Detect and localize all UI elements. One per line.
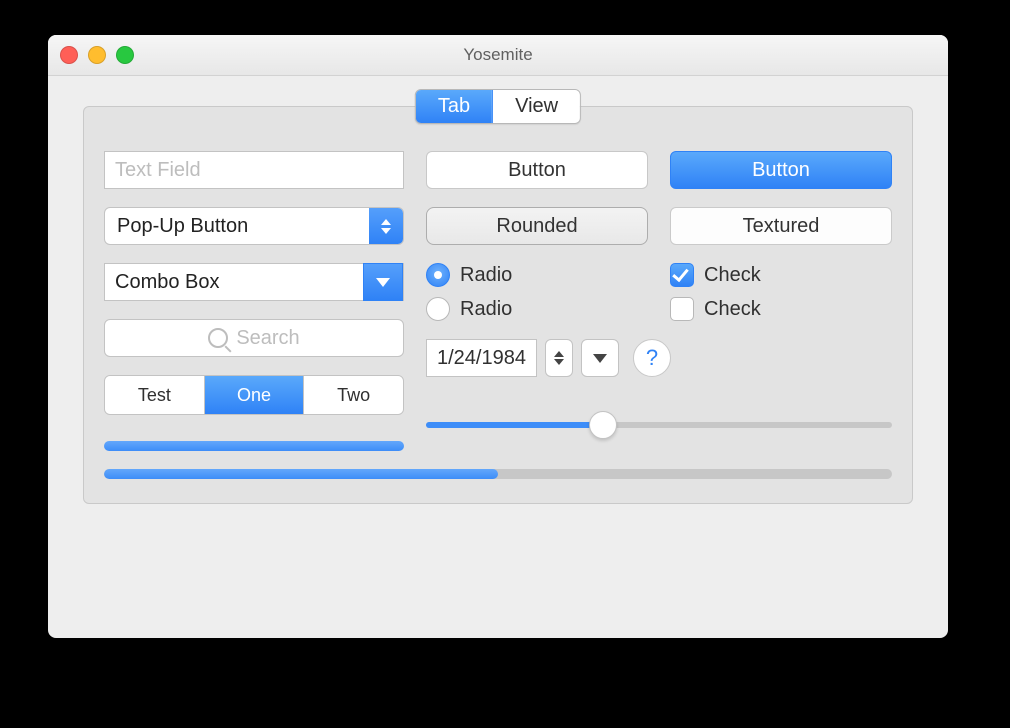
column-right-wrap: Button Button Rounded Textured Radio (426, 151, 892, 451)
stepper[interactable] (545, 339, 573, 377)
top-button-row: Button Button (426, 151, 892, 189)
search-icon (208, 328, 228, 348)
rounded-button[interactable]: Rounded (426, 207, 648, 245)
search-field[interactable]: Search (104, 319, 404, 357)
tab-tab[interactable]: Tab (416, 90, 492, 123)
check-1-label: Check (704, 264, 761, 287)
search-placeholder: Search (236, 327, 299, 350)
tab-view: Tab View Text Field Pop-Up Button Combo … (83, 106, 913, 504)
combo-drop-button[interactable] (363, 263, 403, 301)
check-2[interactable]: Check (670, 297, 892, 321)
segment-two[interactable]: Two (303, 376, 403, 414)
progress-fill (104, 469, 498, 479)
radio-group: Radio Radio (426, 263, 648, 321)
column-left: Text Field Pop-Up Button Combo Box (104, 151, 404, 451)
columns: Text Field Pop-Up Button Combo Box (104, 151, 892, 451)
checkbox-icon (670, 263, 694, 287)
textured-button[interactable]: Textured (670, 207, 892, 245)
style-button-row: Rounded Textured (426, 207, 892, 245)
check-group: Check Check (670, 263, 892, 321)
radio-1-label: Radio (460, 264, 512, 287)
help-button[interactable]: ? (633, 339, 671, 377)
push-button[interactable]: Button (426, 151, 648, 189)
arrow-up-icon (554, 351, 564, 357)
content-area: Tab View Text Field Pop-Up Button Combo … (48, 76, 948, 529)
combo-box-label: Combo Box (115, 271, 220, 294)
tab-switcher: Tab View (415, 89, 581, 124)
check-2-label: Check (704, 298, 761, 321)
popup-button-label: Pop-Up Button (117, 215, 248, 238)
chevron-down-icon (376, 278, 390, 287)
segment-one[interactable]: One (204, 376, 304, 414)
minimize-window-button[interactable] (88, 46, 106, 64)
slider[interactable] (426, 413, 892, 437)
radio-1[interactable]: Radio (426, 263, 648, 287)
slider-knob[interactable] (589, 411, 617, 439)
date-row: 1/24/1984 ? (426, 339, 892, 377)
date-picker[interactable]: 1/24/1984 (426, 339, 537, 377)
segmented-control: Test One Two (104, 375, 404, 415)
tab-view-tab[interactable]: View (492, 90, 580, 123)
window-title: Yosemite (463, 45, 532, 65)
progress-bar (104, 469, 892, 479)
slider-fill (426, 422, 603, 428)
chevron-down-icon (593, 354, 607, 363)
radio-icon (426, 297, 450, 321)
arrow-down-icon (554, 359, 564, 365)
zoom-window-button[interactable] (116, 46, 134, 64)
popup-button[interactable]: Pop-Up Button (104, 207, 404, 245)
radio-2-label: Radio (460, 298, 512, 321)
indeterminate-progress (104, 441, 404, 451)
titlebar: Yosemite (48, 35, 948, 76)
default-button[interactable]: Button (670, 151, 892, 189)
checkbox-icon (670, 297, 694, 321)
combo-box[interactable]: Combo Box (104, 263, 404, 301)
close-window-button[interactable] (60, 46, 78, 64)
disclosure-button[interactable] (581, 339, 619, 377)
window: Yosemite Tab View Text Field Pop-Up Butt… (48, 35, 948, 638)
traffic-lights (60, 46, 134, 64)
updown-arrows-icon (369, 208, 403, 244)
radio-icon (426, 263, 450, 287)
segment-test[interactable]: Test (105, 376, 204, 414)
radio-2[interactable]: Radio (426, 297, 648, 321)
check-1[interactable]: Check (670, 263, 892, 287)
radio-check-row: Radio Radio Check (426, 263, 892, 321)
text-field[interactable]: Text Field (104, 151, 404, 189)
